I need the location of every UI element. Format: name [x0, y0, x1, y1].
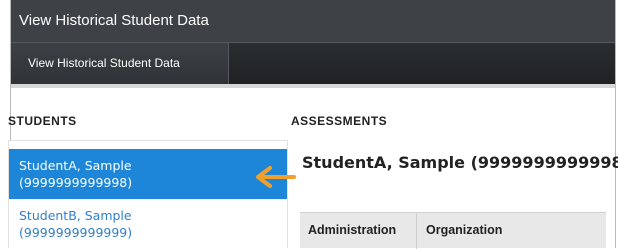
- assessments-table-header: Administration Organization: [300, 212, 606, 249]
- students-heading: STUDENTS: [8, 114, 77, 128]
- student-list: StudentA, Sample (9999999999998) Student…: [8, 140, 288, 248]
- column-header-organization[interactable]: Organization: [426, 223, 502, 237]
- column-header-administration[interactable]: Administration: [308, 223, 396, 237]
- left-arrow-icon: [256, 166, 296, 188]
- student-item-studentb[interactable]: StudentB, Sample (9999999999999): [9, 201, 287, 249]
- student-name: StudentB, Sample: [19, 208, 132, 223]
- column-divider: [416, 213, 417, 249]
- divider: [11, 84, 615, 88]
- window-title: View Historical Student Data: [11, 0, 615, 42]
- student-id: (9999999999998): [19, 175, 133, 190]
- student-item-studenta[interactable]: StudentA, Sample (9999999999998): [9, 149, 287, 199]
- tab-view-historical-student-data[interactable]: View Historical Student Data: [11, 43, 229, 84]
- student-name: StudentA, Sample: [19, 158, 132, 173]
- tab-bar: View Historical Student Data: [11, 42, 615, 84]
- student-id: (9999999999999): [19, 225, 133, 240]
- selected-student-heading: StudentA, Sample (9999999999998): [302, 153, 618, 172]
- assessments-heading: ASSESSMENTS: [291, 114, 388, 128]
